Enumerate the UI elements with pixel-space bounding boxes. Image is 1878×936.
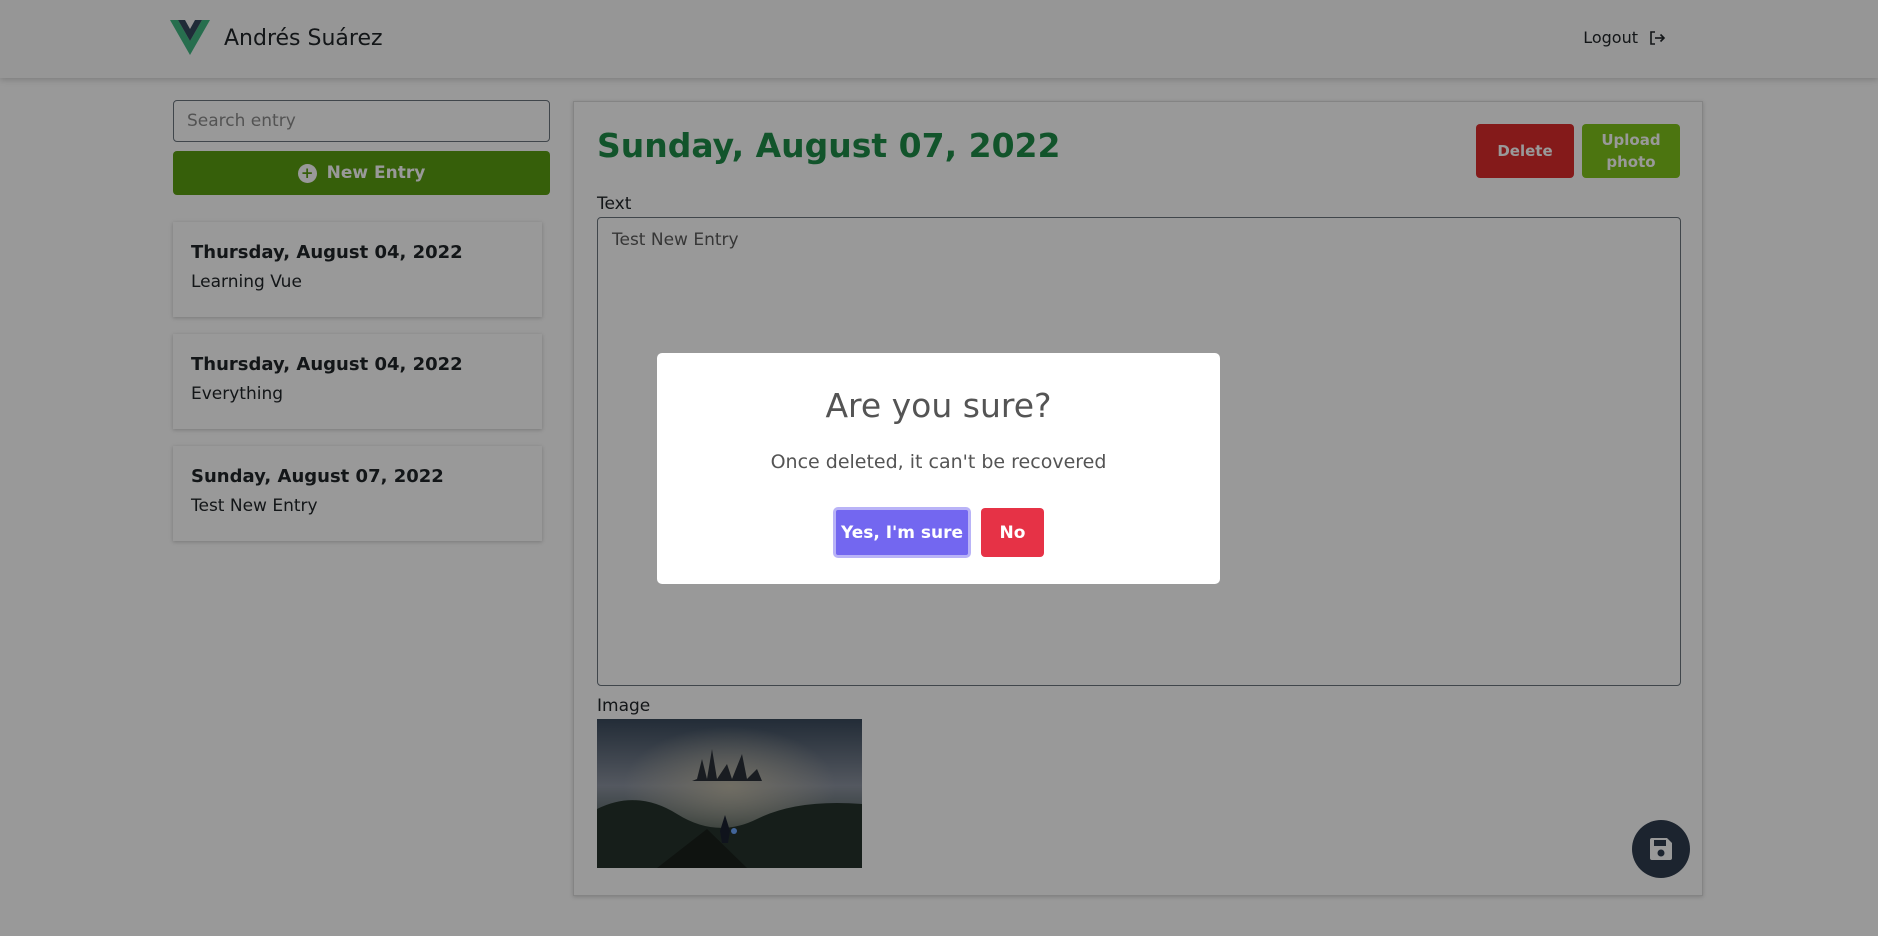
dialog-message: Once deleted, it can't be recovered xyxy=(770,451,1107,473)
cancel-button[interactable]: No xyxy=(981,508,1044,557)
confirm-dialog: Are you sure? Once deleted, it can't be … xyxy=(657,353,1220,584)
dialog-title: Are you sure? xyxy=(825,386,1052,425)
confirm-button[interactable]: Yes, I'm sure xyxy=(833,507,971,558)
